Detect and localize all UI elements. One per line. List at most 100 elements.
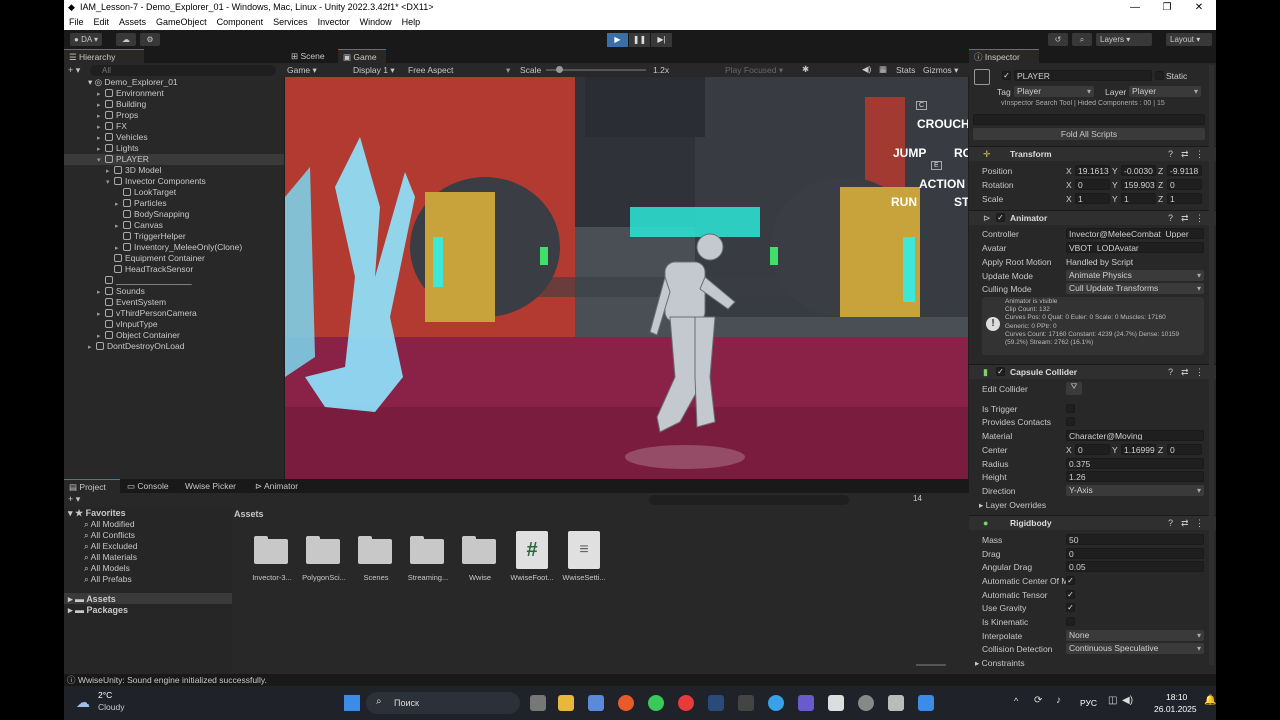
constraints-foldout[interactable]: ▸ Constraints <box>975 658 1025 669</box>
close-button[interactable]: ✕ <box>1184 0 1214 15</box>
clock-date[interactable]: 26.01.2025 <box>1154 704 1197 714</box>
yandex-icon[interactable] <box>678 695 694 711</box>
is-kinematic-checkbox[interactable] <box>1066 617 1075 626</box>
hierarchy-item[interactable]: ▸ Inventory_MeleeOnly(Clone) <box>64 242 284 253</box>
scale-field[interactable]: 1 <box>1121 193 1156 204</box>
tab-hierarchy[interactable]: ☰ Hierarchy <box>64 49 144 63</box>
hierarchy-item[interactable]: ▸ Canvas <box>64 220 284 231</box>
calculator-icon[interactable] <box>588 695 604 711</box>
capsule-collider-header[interactable]: ▮ ✓ Capsule Collider ? ⇄ ⋮ <box>969 364 1216 379</box>
tab-scene[interactable]: ⊞ Scene <box>286 49 336 63</box>
file-explorer-icon[interactable] <box>558 695 574 711</box>
menu-component[interactable]: Component <box>212 15 269 30</box>
start-icon[interactable] <box>344 695 360 711</box>
tray-sync-icon[interactable]: ⟳ <box>1034 695 1042 706</box>
menu-invector[interactable]: Invector <box>313 15 355 30</box>
capsule-more-icon[interactable]: ⋮ <box>1195 367 1204 378</box>
center-field[interactable]: 1.16999 <box>1121 444 1156 455</box>
audio-icon[interactable]: ◀) <box>862 64 871 75</box>
menu-file[interactable]: File <box>64 15 89 30</box>
tab-project[interactable]: ▤ Project <box>64 479 120 493</box>
game-viewport[interactable]: C CROUCH JUMP RO E ACTION RUN ST <box>285 77 968 479</box>
hierarchy-item[interactable]: ▸ Building <box>64 99 284 110</box>
animator-help-icon[interactable]: ? <box>1168 213 1173 223</box>
display-dropdown[interactable]: Display 1 ▾ <box>353 65 395 76</box>
menu-help[interactable]: Help <box>397 15 426 30</box>
layer-dropdown[interactable]: Player <box>1129 86 1201 97</box>
axis-label[interactable]: X <box>1066 194 1072 204</box>
icon-size-slider[interactable] <box>916 664 946 666</box>
unity-hub-icon[interactable] <box>888 695 904 711</box>
hierarchy-item[interactable]: ▸ Particles <box>64 198 284 209</box>
task-view-icon[interactable] <box>530 695 546 711</box>
tab-animator[interactable]: ⊳ Animator <box>250 479 310 493</box>
menu-gameobject[interactable]: GameObject <box>151 15 212 30</box>
favorites-item[interactable]: ⌕ All Modified <box>84 519 135 530</box>
favorites-item[interactable]: ⌕ All Prefabs <box>84 574 132 585</box>
height-field[interactable]: 1.26 <box>1066 471 1204 482</box>
layer-overrides-foldout[interactable]: ▸ Layer Overrides <box>979 500 1046 511</box>
layout-dropdown[interactable]: Layout ▾ <box>1166 33 1212 46</box>
assets-breadcrumb[interactable]: Assets <box>234 509 264 519</box>
axis-label[interactable]: Z <box>1158 180 1163 190</box>
project-search-input[interactable] <box>649 495 849 505</box>
step-button[interactable]: ▶| <box>651 33 672 47</box>
static-checkbox[interactable] <box>1155 71 1164 80</box>
history-icon[interactable]: ↺ <box>1048 33 1068 46</box>
hierarchy-item[interactable]: ▾ Invector Components <box>64 176 284 187</box>
telegram-icon[interactable] <box>768 695 784 711</box>
position-field[interactable]: -9.9118 <box>1167 165 1202 176</box>
rotation-field[interactable]: 0 <box>1075 179 1110 190</box>
axis-label[interactable]: Z <box>1158 445 1163 455</box>
weather-temp[interactable]: 2°C <box>98 690 112 700</box>
material-field[interactable]: Character@Moving <box>1066 430 1204 441</box>
hierarchy-search-input[interactable]: All <box>90 65 276 76</box>
tag-dropdown[interactable]: Player <box>1014 86 1094 97</box>
hierarchy-item[interactable]: ▸ Object Container <box>64 330 284 341</box>
tray-volume-icon[interactable]: ◀) <box>1122 695 1133 706</box>
tray-chevron-icon[interactable]: ^ <box>1014 696 1018 706</box>
more-icon[interactable]: ⋮ <box>1195 149 1204 160</box>
drag-field[interactable]: 0 <box>1066 548 1204 559</box>
discord-icon[interactable] <box>798 695 814 711</box>
is-trigger-checkbox[interactable] <box>1066 404 1075 413</box>
clock-time[interactable]: 18:10 <box>1166 692 1187 702</box>
use-gravity-checkbox[interactable]: ✓ <box>1066 603 1075 612</box>
live-icon[interactable] <box>738 695 754 711</box>
hierarchy-item[interactable]: ▸ Environment <box>64 88 284 99</box>
hierarchy-item[interactable]: ▸ FX <box>64 121 284 132</box>
hierarchy-item[interactable]: BodySnapping <box>64 209 284 220</box>
update-mode-dropdown[interactable]: Animate Physics <box>1066 270 1204 281</box>
axis-label[interactable]: X <box>1066 180 1072 190</box>
favorites-item[interactable]: ⌕ All Materials <box>84 552 137 563</box>
tab-console[interactable]: ▭ Console <box>122 479 178 493</box>
rotation-field[interactable]: 159.903 <box>1121 179 1156 190</box>
hierarchy-item[interactable]: ▸ 3D Model <box>64 165 284 176</box>
layers-dropdown[interactable]: Layers ▾ <box>1096 33 1152 46</box>
center-field[interactable]: 0 <box>1075 444 1110 455</box>
gizmos-button[interactable]: Gizmos ▾ <box>923 65 958 76</box>
axis-label[interactable]: X <box>1066 445 1072 455</box>
hierarchy-item[interactable]: ▾ PLAYER <box>64 154 284 165</box>
radius-field[interactable]: 0.375 <box>1066 458 1204 469</box>
tab-inspector[interactable]: ⓘ Inspector <box>969 49 1039 63</box>
language-indicator[interactable]: РУС <box>1080 698 1097 708</box>
auto-com-checkbox[interactable]: ✓ <box>1066 576 1075 585</box>
hierarchy-item[interactable]: EventSystem <box>64 297 284 308</box>
collision-detection-dropdown[interactable]: Continuous Speculative <box>1066 643 1204 654</box>
favorites-item[interactable]: ⌕ All Excluded <box>84 541 137 552</box>
bug-icon[interactable]: ✱ <box>802 64 809 75</box>
tab-wwise-picker[interactable]: Wwise Picker <box>180 479 250 493</box>
tab-game[interactable]: ▣ Game <box>338 49 386 63</box>
animator-more-icon[interactable]: ⋮ <box>1195 213 1204 224</box>
play-focused-dropdown[interactable]: Play Focused ▾ <box>725 65 783 76</box>
whatsapp-icon[interactable] <box>648 695 664 711</box>
app-grid-icon[interactable] <box>828 695 844 711</box>
grid-icon[interactable]: ▦ <box>879 64 887 75</box>
tray-network-icon[interactable]: ◫ <box>1108 695 1117 706</box>
scale-field[interactable]: 1 <box>1075 193 1110 204</box>
provides-contacts-checkbox[interactable] <box>1066 417 1075 426</box>
animator-preset-icon[interactable]: ⇄ <box>1181 213 1189 224</box>
notification-bell-icon[interactable]: 🔔 <box>1204 695 1216 706</box>
hierarchy-item[interactable]: LookTarget <box>64 187 284 198</box>
